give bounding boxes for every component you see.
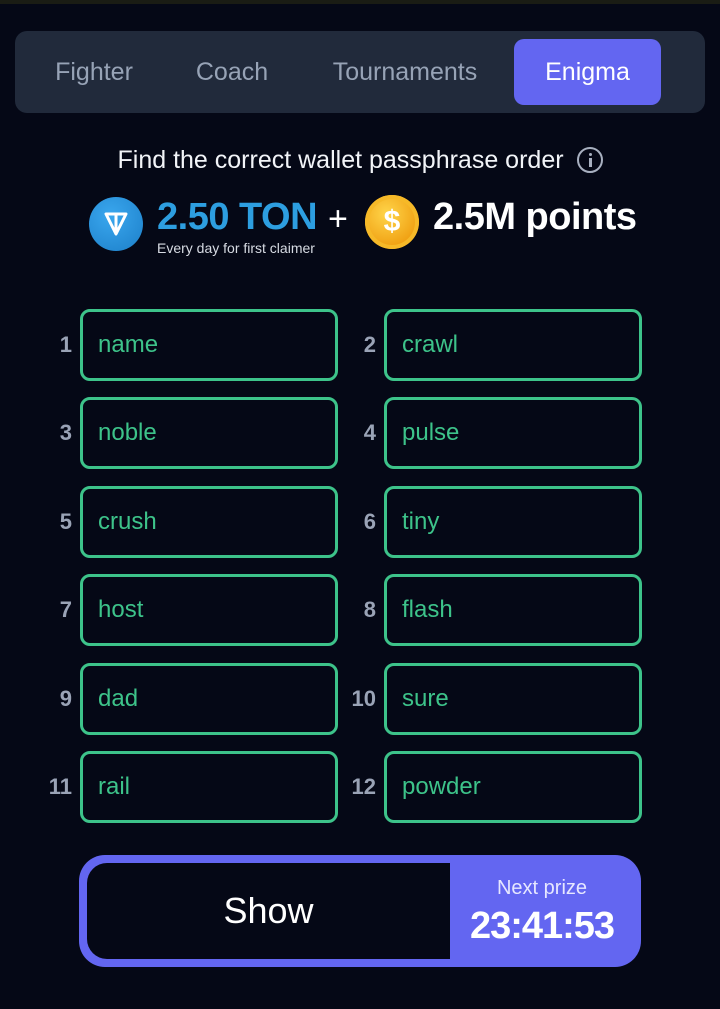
word-box[interactable]: pulse — [384, 397, 642, 469]
tab-coach[interactable]: Coach — [179, 39, 285, 105]
next-prize-label: Next prize — [496, 877, 588, 899]
action-panel: Show Next prize 23:41:53 — [79, 855, 641, 967]
ton-reward-amount: 2.50 TON — [157, 196, 318, 238]
word-slot: 12 powder — [346, 751, 666, 823]
word-slot: 1 name — [42, 309, 362, 381]
tab-enigma[interactable]: Enigma — [514, 39, 661, 105]
word-box[interactable]: noble — [80, 397, 338, 469]
tab-fighter[interactable]: Fighter — [39, 39, 149, 105]
dollar-coin-icon: $ — [365, 195, 419, 249]
word-box[interactable]: rail — [80, 751, 338, 823]
word-box[interactable]: crawl — [384, 309, 642, 381]
word-slot: 9 dad — [42, 663, 362, 735]
word-slot: 3 noble — [42, 397, 362, 469]
word-index: 11 — [48, 774, 72, 799]
word-box[interactable]: flash — [384, 574, 642, 646]
word-slot: 7 host — [42, 574, 362, 646]
ton-logo-icon — [89, 197, 143, 251]
word-box[interactable]: name — [80, 309, 338, 381]
status-strip — [0, 0, 720, 4]
word-slot: 2 crawl — [346, 309, 666, 381]
word-slot: 11 rail — [42, 751, 362, 823]
word-slot: 10 sure — [346, 663, 666, 735]
word-index: 1 — [59, 332, 72, 357]
word-box[interactable]: crush — [80, 486, 338, 558]
word-box[interactable]: dad — [80, 663, 338, 735]
word-index: 12 — [351, 774, 376, 799]
word-index: 8 — [363, 597, 376, 622]
word-index: 6 — [363, 509, 376, 534]
word-index: 5 — [59, 509, 72, 534]
word-slot: 5 crush — [42, 486, 362, 558]
plus-sign: + — [328, 200, 348, 238]
word-slot: 6 tiny — [346, 486, 666, 558]
tab-bar: Fighter Coach Tournaments Enigma — [15, 31, 705, 113]
word-box[interactable]: host — [80, 574, 338, 646]
points-reward: 2.5M points — [433, 196, 637, 238]
word-index: 4 — [363, 420, 376, 445]
word-slot: 4 pulse — [346, 397, 666, 469]
ton-reward-subtitle: Every day for first claimer — [157, 240, 315, 256]
word-slot: 8 flash — [346, 574, 666, 646]
word-index: 7 — [59, 597, 72, 622]
show-button[interactable]: Show — [87, 863, 450, 959]
word-box[interactable]: tiny — [384, 486, 642, 558]
page-headline: Find the correct wallet passphrase order — [0, 145, 720, 175]
word-index: 10 — [351, 686, 376, 711]
word-box[interactable]: sure — [384, 663, 642, 735]
word-index: 3 — [59, 420, 72, 445]
headline-text: Find the correct wallet passphrase order — [117, 145, 564, 174]
word-index: 9 — [59, 686, 72, 711]
tab-tournaments[interactable]: Tournaments — [315, 39, 495, 105]
info-icon[interactable] — [576, 147, 603, 174]
next-prize-countdown: 23:41:53 — [469, 905, 615, 947]
coin-symbol: $ — [383, 205, 401, 238]
word-box[interactable]: powder — [384, 751, 642, 823]
word-index: 2 — [363, 332, 376, 357]
